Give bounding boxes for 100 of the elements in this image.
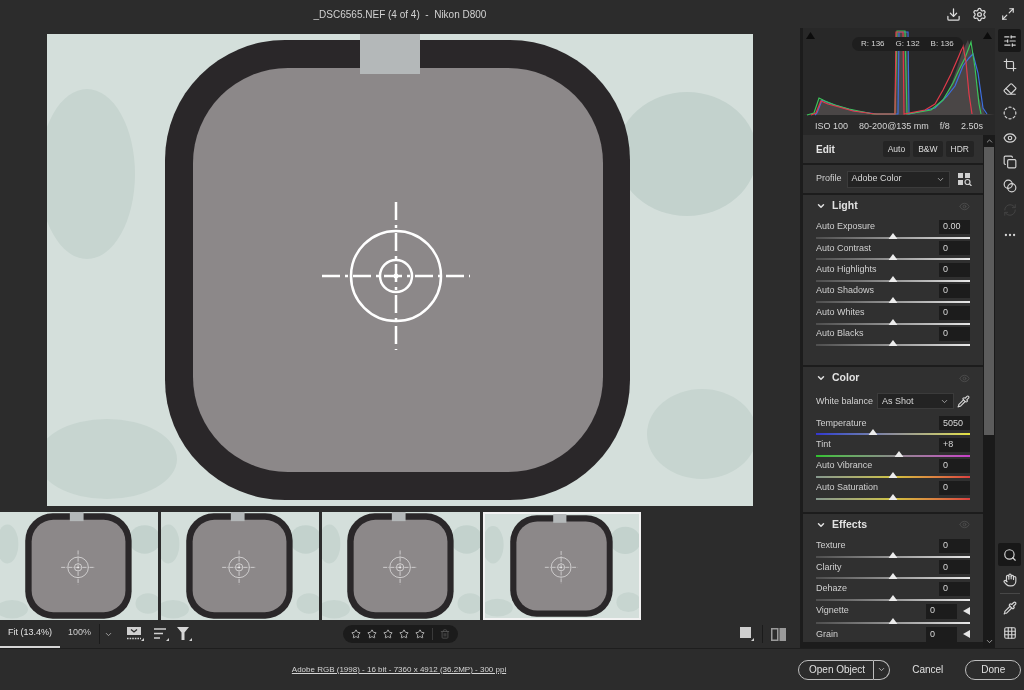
filter-icon[interactable] (177, 627, 193, 641)
scrollbar-thumb[interactable] (984, 147, 994, 435)
zoom-tab[interactable]: Fit (13.4%) (0, 620, 60, 648)
panel-title: Edit (816, 142, 835, 157)
eraser-icon[interactable] (1002, 82, 1017, 96)
slider-track[interactable] (816, 322, 970, 325)
slider-thumb[interactable] (888, 318, 898, 325)
stacked-squares-icon[interactable] (1002, 154, 1017, 169)
value-field[interactable]: 0 (939, 560, 970, 575)
settings-icon[interactable] (972, 6, 987, 22)
slider-thumb[interactable] (888, 254, 898, 261)
exif-value: 2.50s (960, 119, 983, 133)
slider-thumb[interactable] (888, 233, 898, 239)
slider-label: Vignette (816, 604, 850, 618)
split-view-icon[interactable] (771, 627, 786, 641)
edit-mode-button[interactable]: HDR (945, 141, 974, 157)
slider-label: Auto Saturation (816, 480, 880, 494)
section-toggle[interactable]: Effects (816, 517, 867, 533)
value-field[interactable]: 0 (939, 459, 970, 474)
chevron-icon[interactable] (816, 201, 826, 211)
slider-track[interactable] (816, 343, 970, 346)
slider-thumb[interactable] (888, 618, 898, 625)
slider-track[interactable] (816, 555, 970, 558)
value-field[interactable]: 0 (939, 241, 970, 256)
disclosure-triangle-icon[interactable] (963, 630, 970, 639)
image-info-link[interactable]: Adobe RGB (1998) - 16 bit - 7360 x 4912 (36.2MP) - 300 ppi (291, 663, 507, 676)
filmstrip-thumbnail[interactable] (161, 512, 319, 620)
value-field[interactable]: 0 (939, 326, 970, 341)
star-icon[interactable] (366, 629, 377, 639)
caret-icon[interactable] (877, 665, 887, 674)
slider-thumb[interactable] (888, 297, 898, 304)
star-icon[interactable] (350, 629, 361, 639)
slider-label: Auto Whites (816, 305, 866, 319)
slider-track[interactable] (816, 598, 970, 601)
slider-thumb[interactable] (888, 275, 898, 282)
readout-value: G: 132 (895, 38, 920, 50)
section-toggle[interactable]: Color (816, 370, 860, 387)
value-field[interactable]: 0 (926, 626, 957, 642)
slider-label: Auto Exposure (816, 220, 877, 234)
value-field[interactable]: +8 (939, 437, 970, 452)
cancel-button[interactable]: Cancel (904, 659, 952, 680)
value-field[interactable]: 0 (939, 305, 970, 320)
value-field[interactable]: 5050 (939, 416, 970, 431)
download-icon[interactable] (946, 6, 961, 22)
overlapping-circles-icon[interactable] (1002, 179, 1017, 193)
slider-track[interactable] (816, 454, 970, 457)
grid-magnifier-icon[interactable] (958, 172, 972, 186)
filmstrip-thumbnail[interactable] (0, 512, 158, 620)
value-field[interactable]: 0 (939, 538, 970, 553)
slider-label: Clarity (816, 560, 843, 574)
slider-label: Texture (816, 539, 847, 553)
star-rating[interactable] (350, 629, 425, 639)
exif-value: f/8 (939, 119, 950, 133)
section-toggle[interactable]: Light (816, 198, 858, 214)
edit-mode-button[interactable]: Auto (882, 141, 911, 157)
star-icon[interactable] (398, 629, 409, 639)
expand-icon[interactable] (1001, 7, 1015, 21)
value-field[interactable]: 0 (939, 284, 970, 299)
slider-thumb[interactable] (894, 450, 904, 457)
eyedropper-icon[interactable] (957, 394, 970, 408)
filmstrip-thumbnail[interactable] (483, 512, 641, 620)
scroll-down-icon[interactable] (984, 637, 994, 646)
readout-value: R: 136 (861, 38, 885, 50)
scrollbar-track[interactable] (983, 135, 995, 648)
slider-thumb[interactable] (888, 493, 898, 500)
window-title: _DSC6565.NEF (4 of 4) - Nikon D800 (313, 7, 487, 22)
crop-icon[interactable] (1002, 57, 1017, 72)
thumbnail-strip-icon[interactable] (127, 627, 145, 641)
slider-thumb[interactable] (868, 429, 878, 436)
slider-track[interactable] (816, 497, 970, 500)
slider-thumb[interactable] (888, 573, 898, 580)
value-field[interactable]: 0 (939, 480, 970, 495)
sort-icon[interactable] (154, 627, 170, 641)
profile-select[interactable]: Adobe Color (846, 170, 950, 188)
star-icon[interactable] (382, 629, 393, 639)
filmstrip-thumbnail[interactable] (322, 512, 480, 620)
slider-label: Auto Shadows (816, 284, 876, 298)
wb-preset-select[interactable]: As Shot (877, 393, 955, 410)
slider-track[interactable] (816, 279, 970, 282)
shadow-clipping-icon[interactable] (806, 32, 815, 39)
highlight-clipping-icon[interactable] (983, 32, 992, 39)
slider-label: Dehaze (816, 581, 849, 595)
slider-thumb[interactable] (888, 339, 898, 346)
exif-value: ISO 100 (815, 119, 849, 133)
readout-value: B: 136 (930, 38, 954, 50)
square-icon[interactable] (740, 627, 754, 641)
dashed-circle-icon[interactable] (1002, 106, 1017, 121)
slider-label: Auto Highlights (816, 263, 878, 277)
star-icon[interactable] (414, 629, 425, 639)
slider-thumb[interactable] (888, 594, 898, 601)
zoom-tab[interactable]: 100% (60, 620, 100, 648)
value-field[interactable]: 0.00 (939, 220, 970, 234)
value-field[interactable]: 0 (926, 603, 957, 619)
slider-thumb[interactable] (888, 472, 898, 479)
slider-label: Temperature (816, 416, 868, 430)
slider-thumb[interactable] (888, 551, 898, 558)
value-field[interactable]: 0 (939, 581, 970, 596)
disclosure-triangle-icon[interactable] (963, 607, 970, 616)
edit-mode-button[interactable]: B&W (913, 141, 943, 157)
value-field[interactable]: 0 (939, 262, 970, 277)
